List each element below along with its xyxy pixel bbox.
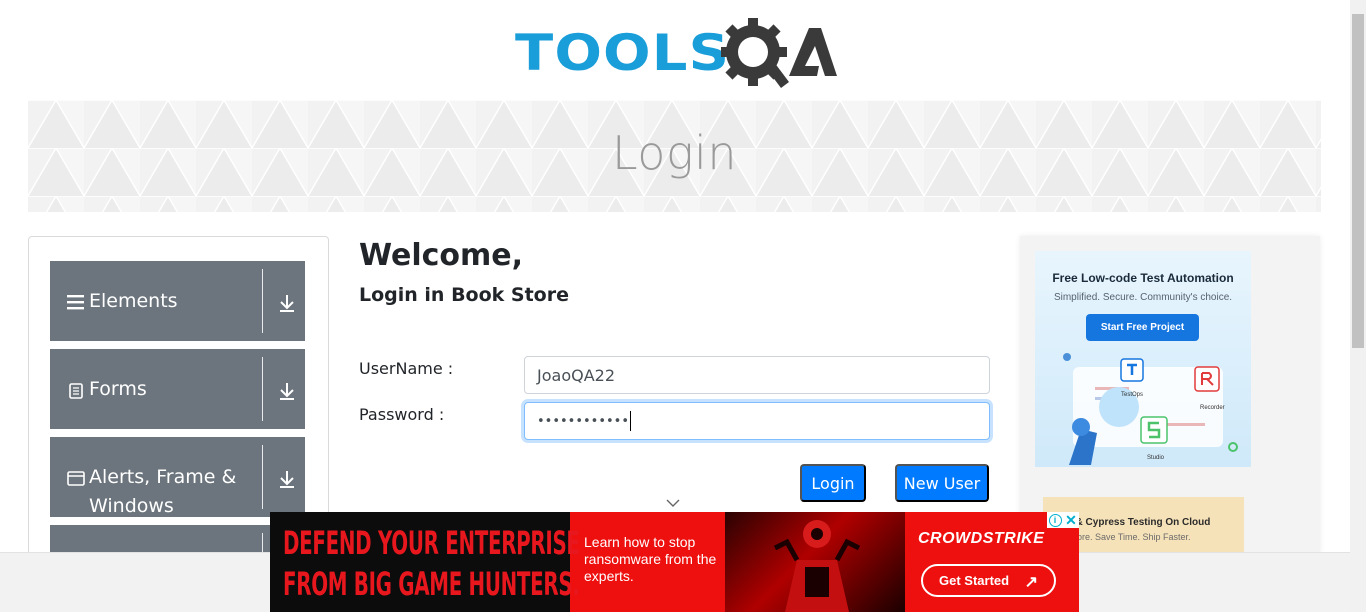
divider bbox=[262, 269, 263, 333]
ad-title: Free Low-code Test Automation bbox=[1052, 271, 1234, 285]
download-arrow-icon[interactable] bbox=[278, 469, 296, 489]
window-icon bbox=[67, 471, 85, 486]
hamburger-icon bbox=[67, 295, 84, 310]
site-logo[interactable]: TOOLS bbox=[515, 16, 837, 90]
ad-headline-panel: DEFEND YOUR ENTERPRISE FROM BIG GAME HUN… bbox=[270, 512, 580, 612]
new-user-button[interactable]: New User bbox=[895, 464, 989, 502]
vertical-scrollbar[interactable] bbox=[1350, 0, 1366, 612]
close-icon[interactable]: ✕ bbox=[1065, 512, 1078, 528]
ad-subtitle: Simplified. Secure. Community's choice. bbox=[1053, 292, 1233, 303]
sidebar-group-alerts[interactable]: Alerts, Frame & Windows bbox=[50, 437, 305, 517]
scrollbar-thumb[interactable] bbox=[1352, 14, 1364, 348]
ad-crowdstrike[interactable]: DEFEND YOUR ENTERPRISE FROM BIG GAME HUN… bbox=[270, 512, 1079, 612]
ad-artwork-figure bbox=[773, 520, 861, 612]
ad-headline: DEFEND YOUR ENTERPRISE FROM BIG GAME HUN… bbox=[283, 523, 580, 605]
ad-artwork bbox=[725, 512, 905, 612]
divider bbox=[262, 357, 263, 421]
username-value: JoaoQA22 bbox=[537, 365, 615, 385]
login-button[interactable]: Login bbox=[800, 464, 866, 502]
text-caret bbox=[630, 411, 632, 431]
ad-cta-label: Get Started bbox=[939, 573, 1010, 588]
page: TOOLS Login Elements Forms Alerts, Frame… bbox=[0, 0, 1366, 612]
ad-headline-line-1: DEFEND YOUR ENTERPRISE bbox=[283, 524, 580, 562]
studio-label: Studio bbox=[1147, 455, 1165, 461]
page-banner: Login bbox=[28, 100, 1321, 212]
recorder-label: Recorder bbox=[1200, 405, 1225, 411]
download-arrow-icon[interactable] bbox=[278, 381, 296, 401]
ad-katalon[interactable]: Free Low-code Test Automation Simplified… bbox=[1035, 251, 1251, 467]
ad-body-text: Learn how to stop ransomware from the ex… bbox=[584, 534, 717, 584]
ad-brand-logo: CROWDSTRIKE bbox=[918, 530, 1045, 547]
page-title: Login bbox=[611, 126, 737, 180]
sidebar-group-elements[interactable]: Elements bbox=[50, 261, 305, 341]
password-value: •••••••••••• bbox=[537, 413, 630, 429]
download-arrow-icon[interactable] bbox=[278, 293, 296, 313]
login-subtitle: Login in Book Store bbox=[359, 284, 569, 306]
adchoices-badge[interactable]: i ✕ bbox=[1047, 512, 1079, 528]
document-icon bbox=[69, 383, 83, 399]
password-input[interactable]: •••••••••••• bbox=[524, 402, 990, 440]
welcome-heading: Welcome, bbox=[359, 238, 524, 273]
ad-illustration: TestOps Recorder Studio bbox=[1063, 353, 1238, 465]
testops-label: TestOps bbox=[1121, 392, 1143, 398]
username-label: UserName : bbox=[359, 359, 454, 378]
info-icon[interactable]: i bbox=[1048, 513, 1062, 527]
ad-cta-button[interactable]: Start Free Project bbox=[1086, 314, 1199, 341]
ad-headline-line-2: FROM BIG GAME HUNTERS. bbox=[283, 565, 580, 603]
sidebar-group-label: Alerts, Frame & Windows bbox=[89, 466, 237, 517]
arrow-up-right-icon: ↗ bbox=[1024, 574, 1038, 591]
sidebar-group-label: Elements bbox=[89, 290, 178, 312]
username-input[interactable]: JoaoQA22 bbox=[524, 356, 990, 394]
chevron-down-icon[interactable] bbox=[666, 498, 680, 508]
password-label: Password : bbox=[359, 405, 445, 424]
logo-qa-icon bbox=[721, 18, 837, 88]
divider bbox=[262, 445, 263, 509]
sidebar-group-forms[interactable]: Forms bbox=[50, 349, 305, 429]
logo-tools-text: TOOLS bbox=[515, 24, 731, 82]
sidebar-group-label: Forms bbox=[89, 378, 147, 400]
ad-get-started-button[interactable]: Get Started ↗ bbox=[921, 564, 1056, 597]
